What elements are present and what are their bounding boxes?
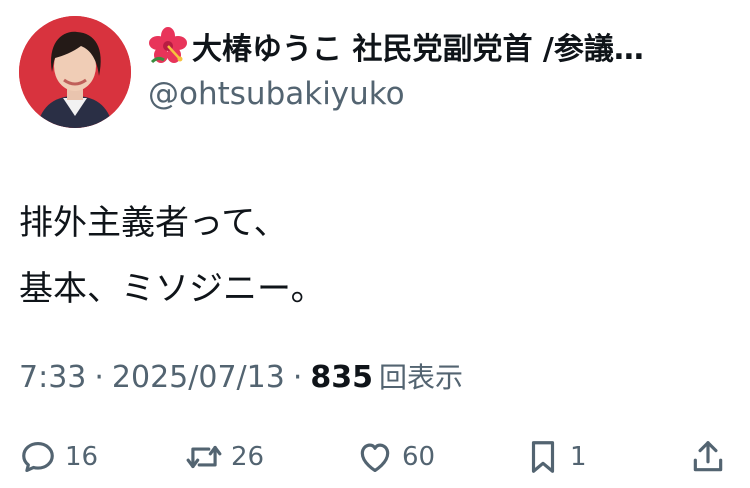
author-display-name[interactable]: 大椿ゆうこ 社民党副党首 /参議… [192, 24, 644, 68]
meta-separator: · [292, 360, 303, 395]
reply-icon [22, 441, 54, 473]
repost-icon [186, 445, 222, 469]
share-icon [693, 441, 723, 472]
like-button[interactable]: 60 [356, 432, 435, 482]
bookmark-icon [531, 441, 555, 473]
post-text: 排外主義者って、 基本、ミソジニー。 [19, 190, 325, 322]
bookmark-count: 1 [570, 442, 587, 472]
post-meta: 7:33 · 2025/07/13 · 835 回表示 [19, 356, 463, 396]
reply-count: 16 [65, 442, 99, 472]
views-count: 835 [310, 360, 374, 395]
author-name-row[interactable]: 大椿ゆうこ 社民党副党首 /参議… [148, 22, 750, 70]
repost-button[interactable]: 26 [185, 432, 264, 482]
views-label: 回表示 [379, 361, 464, 394]
repost-count: 26 [231, 442, 265, 472]
post-time[interactable]: 7:33 [19, 360, 86, 395]
post-text-line: 排外主義者って、 [19, 203, 288, 243]
action-bar: 16 26 60 1 [19, 432, 734, 482]
bookmark-button[interactable]: 1 [524, 432, 587, 482]
author-handle[interactable]: @ohtsubakiyuko [148, 76, 405, 112]
like-count: 60 [402, 442, 436, 472]
author-avatar[interactable] [19, 16, 131, 128]
heart-icon [360, 443, 390, 473]
post-text-line: 基本、ミソジニー。 [19, 269, 325, 309]
share-button[interactable] [689, 432, 735, 482]
reply-button[interactable]: 16 [19, 432, 98, 482]
hibiscus-flower-icon [149, 27, 187, 64]
post-date[interactable]: 2025/07/13 [112, 360, 285, 395]
meta-separator: · [94, 360, 104, 395]
